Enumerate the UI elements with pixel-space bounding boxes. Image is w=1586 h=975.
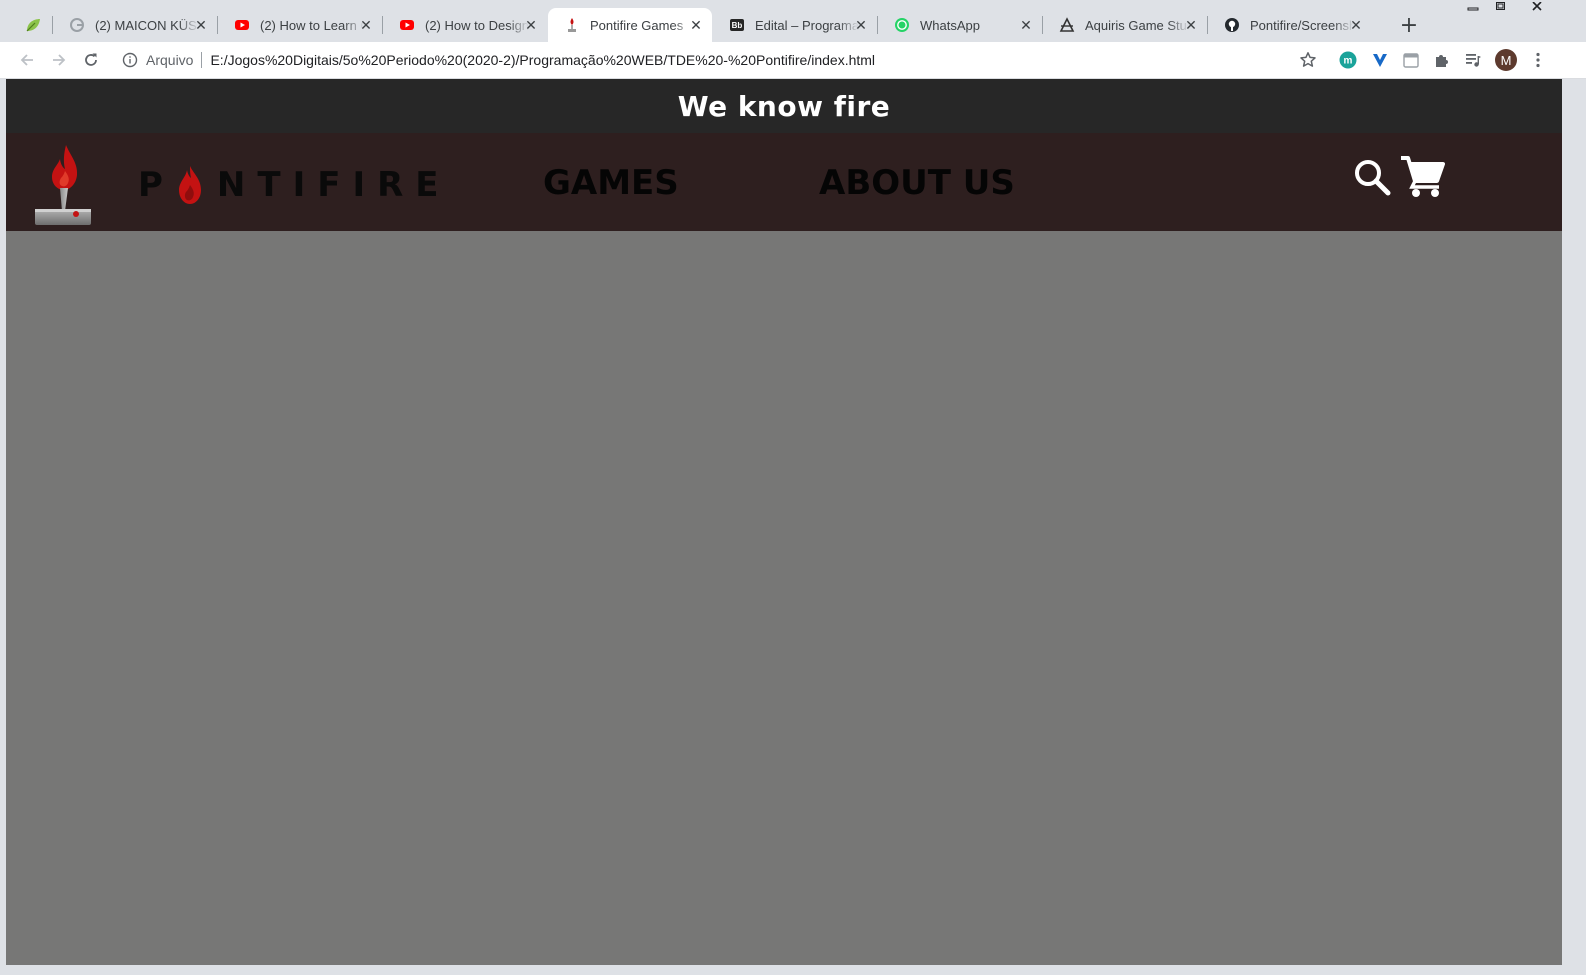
tab-whatsapp[interactable]: WhatsApp ✕	[878, 8, 1043, 42]
nav-link-games[interactable]: GAMES	[543, 163, 679, 203]
whatsapp-icon	[894, 17, 910, 33]
star-icon[interactable]	[1298, 50, 1318, 70]
tab-title: (2) How to Design Fun	[425, 17, 529, 33]
forward-button[interactable]	[47, 48, 71, 72]
leaf-icon	[25, 17, 41, 33]
aquiris-icon	[1059, 17, 1075, 33]
reload-icon	[85, 53, 97, 66]
close-icon[interactable]: ✕	[193, 17, 209, 33]
restore-icon[interactable]	[1488, 0, 1512, 14]
minimize-icon[interactable]	[1461, 0, 1485, 14]
reload-button[interactable]	[79, 48, 103, 72]
tab-title: WhatsApp	[920, 17, 980, 33]
new-tab-button[interactable]: +	[1395, 11, 1423, 39]
tab-youtube-1[interactable]: (2) How to Learn Game ✕	[218, 8, 383, 42]
close-icon[interactable]: ✕	[358, 17, 374, 33]
tab-github[interactable]: Pontifire/Screenshots ✕	[1208, 8, 1372, 42]
close-icon[interactable]: ✕	[853, 17, 869, 33]
page-viewport: We know fire P NTIFIRE GAMES ABOUT US	[6, 79, 1562, 965]
tab-title: Pontifire/Screenshots	[1250, 17, 1354, 33]
tab-edital[interactable]: Bb Edital – Programação ✕	[713, 8, 878, 42]
tab-pontifire-active[interactable]: Pontifire Games ✕	[548, 8, 712, 42]
joystick-logo-icon[interactable]	[32, 141, 96, 227]
close-icon[interactable]: ✕	[688, 17, 704, 33]
close-icon[interactable]: ✕	[523, 17, 539, 33]
logo-letter-p: P	[138, 165, 175, 205]
top-banner: We know fire	[6, 79, 1562, 133]
address-divider	[201, 52, 203, 68]
close-icon[interactable]: ✕	[1183, 17, 1199, 33]
calendar-extension-icon[interactable]	[1401, 50, 1421, 70]
brand-wordmark[interactable]: P NTIFIRE	[138, 163, 451, 207]
kebab-menu-icon[interactable]	[1528, 50, 1548, 70]
flame-o-icon	[175, 165, 205, 205]
banner-tagline: We know fire	[677, 89, 891, 123]
close-window-icon[interactable]	[1525, 0, 1549, 14]
address-bar[interactable]: Arquivo E:/Jogos%20Digitais/5o%20Periodo…	[114, 46, 1334, 74]
tab-title: Aquiris Game Studio	[1085, 17, 1189, 33]
youtube-icon	[399, 17, 415, 33]
profile-avatar[interactable]: M	[1495, 49, 1517, 71]
tab-title: (2) How to Learn Game	[260, 17, 364, 33]
scheme-label: Arquivo	[146, 52, 194, 68]
tab-title: Pontifire Games	[590, 17, 684, 33]
page-content-area	[6, 231, 1562, 965]
browser-toolbar: Arquivo E:/Jogos%20Digitais/5o%20Periodo…	[0, 42, 1586, 79]
search-icon[interactable]	[1352, 157, 1392, 197]
tab-aquiris[interactable]: Aquiris Game Studio ✕	[1043, 8, 1208, 42]
tab-google[interactable]: (2) MAICON KÜSTER ✕	[53, 8, 218, 42]
mentimeter-extension-icon[interactable]: m	[1338, 50, 1358, 70]
joystick-flame-icon	[564, 17, 580, 33]
close-icon[interactable]: ✕	[1018, 17, 1034, 33]
arrow-left-icon	[20, 54, 33, 66]
tab-pinned[interactable]	[14, 8, 53, 42]
google-icon	[69, 17, 85, 33]
shopping-cart-icon[interactable]	[1399, 153, 1445, 199]
puzzle-extensions-icon[interactable]	[1432, 50, 1452, 70]
tab-title: (2) MAICON KÜSTER	[95, 17, 199, 33]
back-button[interactable]	[15, 48, 39, 72]
extension-letter: m	[1344, 56, 1353, 67]
logo-letters-ntifire: NTIFIRE	[216, 165, 451, 205]
window-bottom-border	[0, 965, 1586, 975]
vpn-extension-icon[interactable]	[1370, 50, 1390, 70]
github-icon	[1224, 17, 1240, 33]
url-text[interactable]: E:/Jogos%20Digitais/5o%20Periodo%20(2020…	[210, 52, 875, 68]
youtube-icon	[234, 17, 250, 33]
tab-title: Edital – Programação	[755, 17, 859, 33]
arrow-right-icon	[53, 54, 66, 66]
blackboard-icon: Bb	[729, 17, 745, 33]
tab-youtube-2[interactable]: (2) How to Design Fun ✕	[383, 8, 547, 42]
info-icon[interactable]	[122, 52, 138, 68]
browser-window: (2) MAICON KÜSTER ✕ (2) How to Learn Gam…	[0, 0, 1586, 975]
close-icon[interactable]: ✕	[1348, 17, 1364, 33]
svg-text:Bb: Bb	[732, 21, 743, 30]
nav-link-about-us[interactable]: ABOUT US	[819, 163, 1015, 203]
media-playlist-icon[interactable]	[1463, 50, 1483, 70]
site-navbar: P NTIFIRE GAMES ABOUT US	[6, 133, 1562, 231]
tab-strip: (2) MAICON KÜSTER ✕ (2) How to Learn Gam…	[0, 0, 1586, 42]
